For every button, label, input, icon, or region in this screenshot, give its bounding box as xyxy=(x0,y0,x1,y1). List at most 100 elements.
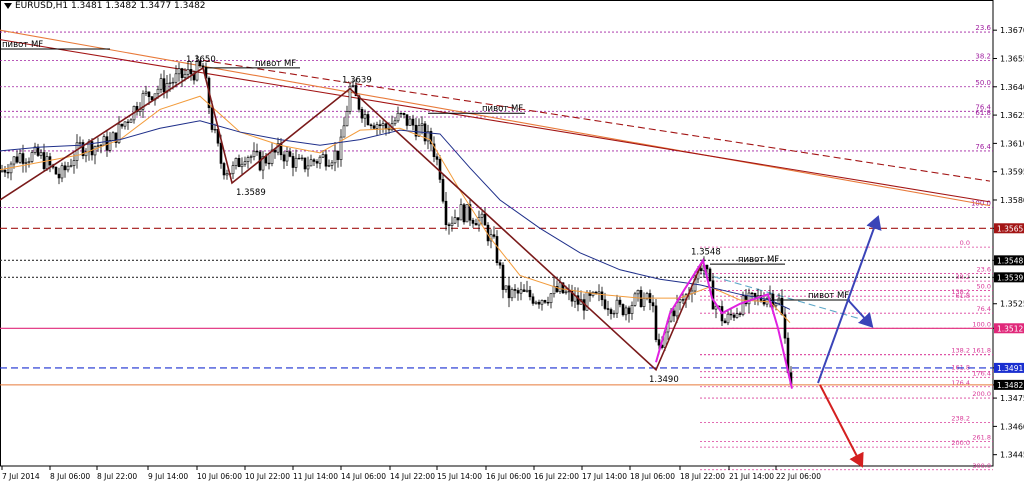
candle-body xyxy=(45,156,49,169)
candle-body xyxy=(726,313,730,324)
candle-body xyxy=(393,120,397,125)
candle-body xyxy=(378,124,382,127)
candle-body xyxy=(540,300,544,305)
candle-body xyxy=(528,289,532,298)
candle-body xyxy=(711,280,715,310)
candle-body xyxy=(699,268,703,272)
candle-body xyxy=(612,312,616,315)
candle-body xyxy=(723,320,727,324)
candle-body xyxy=(657,339,661,346)
fib-left-label-0: 23.6 xyxy=(975,24,991,32)
y-tick-label-14: 1.3475 xyxy=(1000,394,1024,403)
candle-body xyxy=(471,219,475,224)
candle-body xyxy=(603,299,607,309)
candle-body xyxy=(735,313,739,318)
y-tick-label-0: 1.3670 xyxy=(1000,26,1024,35)
candle-body xyxy=(633,293,637,306)
candle-body xyxy=(498,262,502,266)
candle-body xyxy=(159,78,163,90)
candle-body xyxy=(309,159,313,167)
candle-body xyxy=(219,142,223,164)
pivot-label-3: пивот MF xyxy=(738,255,779,265)
fib-left-label-4: 61.8 xyxy=(975,109,991,117)
candle-body xyxy=(453,217,457,224)
candle-body xyxy=(306,165,310,170)
y-tick-label-16: 1.3445 xyxy=(1000,451,1024,460)
candle-body xyxy=(12,156,16,165)
candle-body xyxy=(243,161,247,165)
candle-body xyxy=(459,204,463,221)
pivot-label-2: пивот MF xyxy=(482,104,523,114)
candle-body xyxy=(483,213,487,226)
candle-body xyxy=(411,118,415,126)
fib-right-label-14: 238.2 xyxy=(951,415,970,423)
fib-right-label-3: 50.0 xyxy=(977,283,991,291)
pivot-label-4: пивот MF xyxy=(808,291,849,301)
x-tick-label-11: 16 Jul 22:00 xyxy=(534,472,579,481)
candle-body xyxy=(147,91,151,98)
candle-body xyxy=(42,152,46,169)
fib-left-label-1: 38.2 xyxy=(975,52,991,60)
candle-body xyxy=(504,285,508,290)
candle-body xyxy=(255,150,259,153)
candle-body xyxy=(630,305,634,314)
level-tag-label-3: 1.3512 xyxy=(997,324,1023,333)
forecast-arrow-0 xyxy=(817,298,874,384)
candle-body xyxy=(174,73,178,83)
fib-right-label-17: 300.0 xyxy=(972,462,991,470)
candle-body xyxy=(291,156,295,168)
candle-body xyxy=(534,301,538,304)
candle-body xyxy=(342,125,346,138)
time-axis: 7 Jul 2014 8 Jul 06:00 8 Jul 22:00 9 Jul 14… xyxy=(1,466,821,481)
candle-body xyxy=(708,268,712,282)
x-tick-label-12: 17 Jul 14:00 xyxy=(582,472,627,481)
candle-body xyxy=(375,124,379,129)
candle-body xyxy=(396,112,400,122)
point-label-3: 1.3548 xyxy=(691,247,721,257)
candle-body xyxy=(399,112,403,115)
x-tick-label-14: 18 Jul 22:00 xyxy=(680,472,725,481)
candle-body xyxy=(252,150,256,158)
candle-body xyxy=(402,112,406,115)
candle-body xyxy=(78,142,82,144)
candle-body xyxy=(54,166,58,175)
candle-body xyxy=(510,289,514,299)
candle-body xyxy=(105,136,109,151)
candle-body xyxy=(621,304,625,316)
chart-root: { "chart_data": { "type": "candlestick",… xyxy=(0,0,1024,482)
candle-body xyxy=(549,293,553,304)
candle-body xyxy=(9,163,13,174)
candle-body xyxy=(345,111,349,127)
pivot-label-1: пивот MF xyxy=(255,59,296,69)
candle-body xyxy=(678,299,682,303)
y-tick-label-3: 1.3625 xyxy=(1000,111,1024,120)
candle-body xyxy=(651,302,655,307)
candle-body xyxy=(285,151,289,162)
candle-body xyxy=(729,313,733,316)
candle-body xyxy=(753,292,757,297)
candle-body xyxy=(537,301,541,305)
candle-body xyxy=(6,171,10,174)
candle-body xyxy=(21,153,25,164)
candle-body xyxy=(627,307,631,314)
trend-line-1 xyxy=(0,39,991,203)
candle-body xyxy=(330,162,334,166)
candle-body xyxy=(3,169,7,173)
candle-body xyxy=(456,217,460,221)
candle-body xyxy=(507,285,511,299)
candle-body xyxy=(546,301,550,304)
y-tick-label-6: 1.3580 xyxy=(1000,196,1024,205)
candle-body xyxy=(315,161,319,164)
candle-body xyxy=(240,163,244,168)
candle-body xyxy=(624,307,628,316)
candle-body xyxy=(543,300,547,303)
candle-body xyxy=(222,163,226,176)
candle-body xyxy=(444,200,448,226)
candle-body xyxy=(366,114,370,126)
candle-body xyxy=(501,264,505,290)
x-tick-label-4: 10 Jul 06:00 xyxy=(197,472,242,481)
y-tick-label-5: 1.3595 xyxy=(1000,168,1024,177)
x-tick-label-6: 11 Jul 14:00 xyxy=(293,472,338,481)
candle-body xyxy=(111,132,115,141)
candle-body xyxy=(642,298,646,307)
